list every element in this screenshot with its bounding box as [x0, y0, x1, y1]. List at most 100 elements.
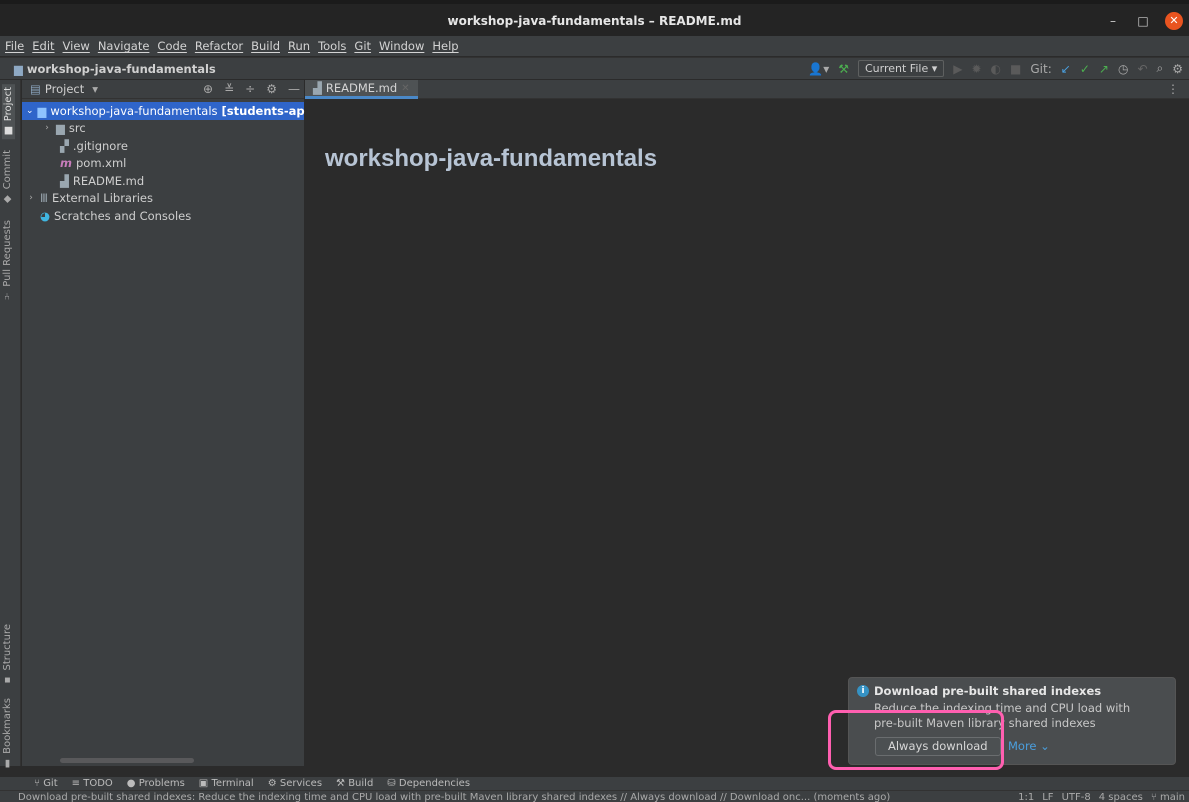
- run-icon[interactable]: ▶: [953, 62, 962, 76]
- chevron-down-icon[interactable]: ▾: [92, 82, 98, 96]
- tool-tab-bookmarks[interactable]: ▮ Bookmarks: [2, 698, 13, 769]
- chevron-down-icon[interactable]: ⌄: [26, 106, 34, 116]
- git-branch[interactable]: ⑂ main: [1151, 792, 1185, 802]
- git-update-icon[interactable]: ↙: [1061, 62, 1071, 76]
- rollback-icon[interactable]: ↶: [1137, 62, 1147, 76]
- hide-icon[interactable]: —: [288, 82, 300, 96]
- git-push-icon[interactable]: ↗: [1099, 62, 1109, 76]
- tool-terminal[interactable]: ▣ Terminal: [199, 778, 254, 789]
- tree-item-root[interactable]: ⌄ ▆ workshop-java-fundamentals [students…: [22, 102, 318, 120]
- tool-tab-structure[interactable]: ▪ Structure: [2, 624, 13, 686]
- tree-item-scratches[interactable]: ◕ Scratches and Consoles: [22, 207, 304, 225]
- status-message[interactable]: Download pre-built shared indexes: Reduc…: [18, 792, 890, 802]
- ide-window: workshop-java-fundamentals – README.md –…: [0, 0, 1189, 802]
- menu-view[interactable]: View: [63, 39, 90, 53]
- close-tab-icon[interactable]: ✕: [401, 83, 409, 94]
- tool-tab-project[interactable]: ■ Project: [2, 84, 15, 140]
- file-encoding[interactable]: UTF-8: [1062, 792, 1091, 802]
- menu-run[interactable]: Run: [288, 39, 310, 53]
- run-configuration-select[interactable]: Current File ▾: [858, 60, 945, 77]
- tab-readme[interactable]: ▟ README.md ✕: [305, 80, 418, 99]
- tool-tab-pull-requests[interactable]: ⑂ Pull Requests: [2, 220, 13, 301]
- project-panel-title[interactable]: Project: [45, 82, 84, 96]
- project-folder-icon: ▆: [14, 61, 23, 76]
- coverage-icon[interactable]: ◐: [991, 62, 1001, 76]
- minimize-button[interactable]: –: [1105, 14, 1121, 28]
- tool-todo[interactable]: ≡ TODO: [72, 778, 113, 789]
- markdown-preview[interactable]: workshop-java-fundamentals: [305, 100, 1189, 766]
- close-button[interactable]: ✕: [1165, 12, 1183, 30]
- locate-icon[interactable]: ⊕: [203, 82, 213, 96]
- gitignore-file-icon: ▞: [60, 138, 69, 153]
- menu-tools[interactable]: Tools: [318, 39, 346, 53]
- menu-file[interactable]: File: [5, 39, 24, 53]
- tool-tab-project-label: Project: [3, 87, 14, 122]
- more-link[interactable]: More ⌄: [1008, 739, 1050, 753]
- user-icon[interactable]: 👤▾: [808, 62, 829, 76]
- expand-all-icon[interactable]: ≚: [224, 82, 234, 96]
- tool-build-label: Build: [348, 778, 374, 789]
- caret-position[interactable]: 1:1: [1018, 792, 1034, 802]
- more-link-label: More: [1008, 739, 1037, 753]
- menu-navigate[interactable]: Navigate: [98, 39, 150, 53]
- tree-item-readme[interactable]: ▟ README.md: [22, 172, 304, 190]
- collapse-all-icon[interactable]: ÷: [245, 82, 255, 96]
- menu-code[interactable]: Code: [157, 39, 186, 53]
- branch-icon: ⑂: [1150, 792, 1157, 802]
- menu-bar: File Edit View Navigate Code Refactor Bu…: [0, 36, 1189, 56]
- tool-build[interactable]: ⚒ Build: [336, 778, 373, 789]
- markdown-file-icon: ▟: [313, 81, 322, 95]
- line-separator[interactable]: LF: [1042, 792, 1053, 802]
- library-icon: Ⅲ: [40, 191, 48, 206]
- more-options-icon[interactable]: ⋮: [1167, 82, 1179, 96]
- tool-tab-pull-requests-label: Pull Requests: [2, 220, 13, 287]
- chevron-right-icon[interactable]: ›: [26, 193, 36, 203]
- tree-item-src[interactable]: › ▆ src: [22, 120, 304, 138]
- markdown-file-icon: ▟: [60, 173, 69, 188]
- notification-title-row: i Download pre-built shared indexes: [857, 684, 1101, 698]
- structure-icon: ▪: [2, 674, 13, 686]
- tree-item-gitignore[interactable]: ▞ .gitignore: [22, 137, 304, 155]
- gear-icon[interactable]: ⚙: [266, 82, 277, 96]
- tab-readme-label: README.md: [325, 81, 398, 95]
- tree-item-external-libraries[interactable]: › Ⅲ External Libraries: [22, 190, 304, 208]
- tool-git[interactable]: ⑂ Git: [34, 778, 58, 789]
- menu-git[interactable]: Git: [354, 39, 371, 53]
- menu-window[interactable]: Window: [379, 39, 424, 53]
- debug-icon[interactable]: ✹: [971, 62, 981, 76]
- editor-tab-bar: ▟ README.md ✕ ⋮: [305, 80, 1189, 99]
- window-title: workshop-java-fundamentals – README.md: [447, 14, 742, 28]
- tool-git-label: Git: [43, 778, 58, 789]
- folder-icon: ■: [3, 125, 14, 137]
- horizontal-scrollbar[interactable]: [60, 758, 194, 763]
- breadcrumb-project: workshop-java-fundamentals: [26, 61, 216, 76]
- left-tool-strip: ■ Project ◆ Commit ⑂ Pull Requests ▪ Structu…: [0, 80, 21, 769]
- breadcrumb[interactable]: ▆ workshop-java-fundamentals: [0, 62, 216, 76]
- menu-refactor[interactable]: Refactor: [195, 39, 243, 53]
- tree-item-pom[interactable]: m pom.xml: [22, 155, 304, 173]
- tree-item-readme-label: README.md: [72, 173, 145, 188]
- pull-request-icon: ⑂: [2, 290, 13, 301]
- build-hammer-icon[interactable]: ⚒: [838, 62, 849, 76]
- tool-services[interactable]: ⚙ Services: [268, 778, 322, 789]
- tool-tab-commit[interactable]: ◆ Commit: [2, 150, 13, 204]
- menu-help[interactable]: Help: [432, 39, 458, 53]
- menu-edit[interactable]: Edit: [32, 39, 54, 53]
- bookmark-icon: ▮: [2, 757, 13, 769]
- search-icon[interactable]: ⌕: [1157, 61, 1164, 76]
- menu-build[interactable]: Build: [251, 39, 280, 53]
- tool-dependencies[interactable]: ⛁ Dependencies: [387, 778, 470, 789]
- settings-icon[interactable]: ⚙: [1172, 62, 1183, 76]
- tool-dependencies-label: Dependencies: [398, 778, 471, 789]
- scratches-icon: ◕: [40, 208, 51, 223]
- tree-item-root-label: workshop-java-fundamentals: [50, 103, 218, 118]
- tree-item-gitignore-label: .gitignore: [72, 138, 128, 153]
- indent-setting[interactable]: 4 spaces: [1099, 792, 1143, 802]
- tool-problems[interactable]: ● Problems: [127, 778, 185, 789]
- stop-icon[interactable]: ■: [1010, 62, 1021, 76]
- chevron-right-icon[interactable]: ›: [42, 123, 52, 133]
- tool-tab-structure-label: Structure: [2, 624, 13, 671]
- history-icon[interactable]: ◷: [1118, 62, 1128, 76]
- git-commit-icon[interactable]: ✓: [1080, 62, 1090, 76]
- maximize-button[interactable]: □: [1135, 14, 1151, 28]
